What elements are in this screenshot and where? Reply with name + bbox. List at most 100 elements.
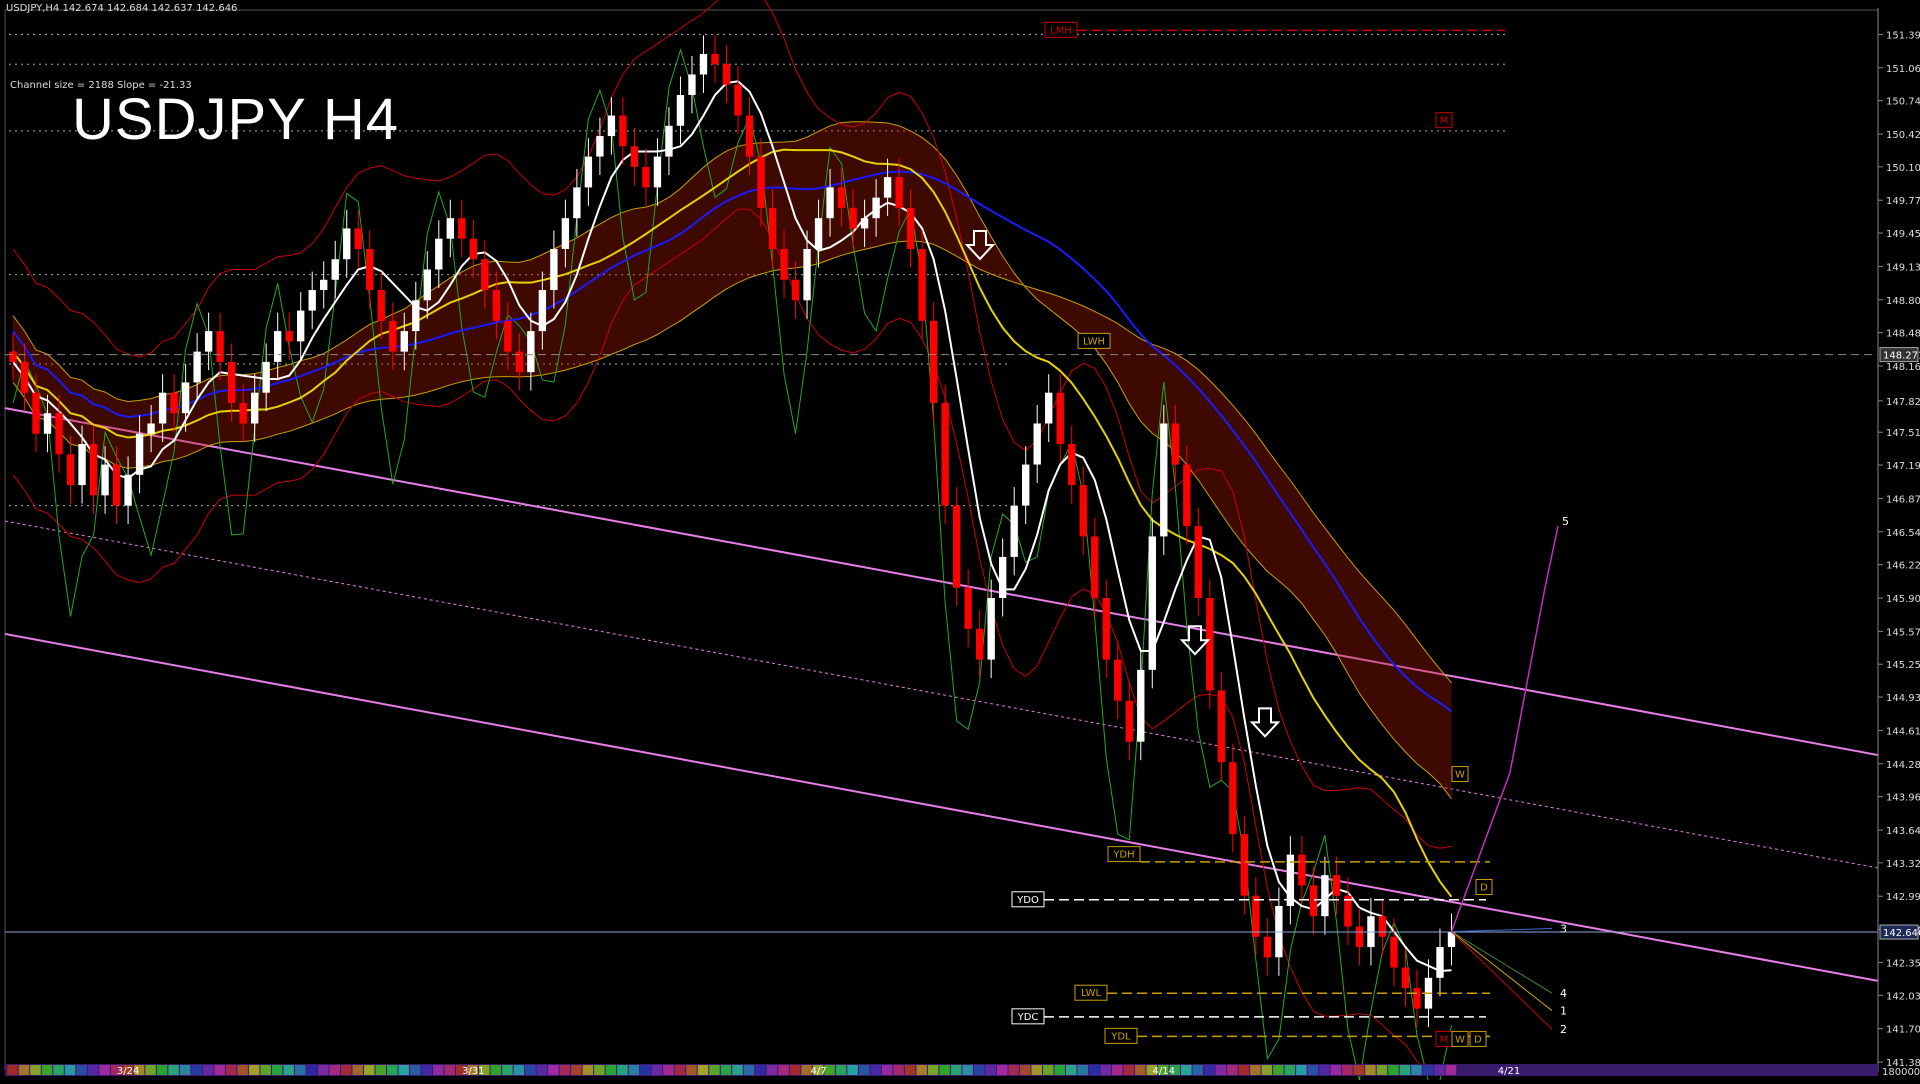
label-projection_5: 5 [1562, 515, 1569, 528]
time-strip-cell [789, 1065, 801, 1075]
y-tick-label: 144.610 [1886, 726, 1920, 737]
candle-body [481, 259, 489, 291]
candle-body [1252, 895, 1260, 937]
y-tick-label: 147.515 [1886, 428, 1920, 439]
time-strip-cell [1330, 1065, 1342, 1075]
time-strip-cell [755, 1065, 766, 1075]
candle-body [1263, 936, 1272, 958]
time-strip-cell [352, 1065, 363, 1075]
candle-body [745, 115, 754, 157]
time-strip-cell [1238, 1065, 1250, 1075]
candle-body [1355, 926, 1364, 948]
candle-body [1033, 423, 1041, 465]
y-tick-label: 145.575 [1886, 627, 1920, 638]
time-strip-cell [904, 1065, 916, 1075]
y-tick-label: 148.805 [1886, 296, 1920, 307]
candle-body [158, 392, 167, 424]
x-tick-label: 4/21 [1498, 1066, 1520, 1077]
candle-body [170, 392, 178, 414]
candle-body [308, 290, 316, 311]
time-strip-cell [168, 1065, 179, 1075]
candle-body [274, 331, 282, 362]
time-strip-cell [617, 1065, 628, 1075]
candle-body [1309, 885, 1318, 917]
candle-body [320, 279, 328, 291]
projection-line [1451, 931, 1553, 1012]
time-strip-cell [1088, 1065, 1100, 1075]
time-strip-cell [1065, 1065, 1077, 1075]
y-tick-label: 149.775 [1886, 196, 1920, 207]
level-ydl-label: YDL [1110, 1031, 1131, 1042]
candle-body [504, 320, 512, 352]
y-tick-label: 148.485 [1886, 329, 1920, 340]
candle-body [400, 331, 408, 352]
time-strip-cell [1250, 1065, 1261, 1075]
time-strip-cell [294, 1065, 306, 1075]
time-strip-cell [156, 1065, 168, 1075]
candle-body [204, 331, 213, 352]
candle-body [492, 290, 501, 321]
x-tick-label: 4/7 [811, 1066, 827, 1077]
time-strip-cell [87, 1065, 99, 1075]
y-tick-label: 149.455 [1886, 229, 1920, 240]
time-strip-cell [881, 1065, 893, 1075]
candle-body [941, 402, 949, 506]
level-lmh-label: LMH [1050, 25, 1072, 36]
time-strip-cell [1342, 1065, 1353, 1075]
price-chart[interactable]: LMHMLWHWYDHYDODLWLYDCYDLMWD53412151.3901… [0, 0, 1920, 1083]
candle-body [722, 64, 731, 85]
candle-body [1114, 659, 1122, 701]
time-strip-cell [18, 1065, 30, 1075]
candle-body [814, 218, 823, 249]
candle-body [929, 320, 938, 403]
label-projection_4: 4 [1560, 987, 1567, 1000]
y-tick-label: 147.820 [1886, 397, 1920, 408]
candle-body [1378, 916, 1387, 937]
candle-body [1125, 700, 1133, 742]
candle-body [1321, 875, 1329, 917]
candle-body [768, 207, 777, 249]
candle-body [550, 248, 558, 291]
level-lwl-label: LWL [1081, 988, 1102, 999]
candle-body [757, 156, 765, 208]
candle-body [1079, 485, 1087, 537]
candle-body [101, 464, 109, 496]
candle-body [791, 279, 800, 301]
time-strip-cell [1100, 1065, 1112, 1075]
candle-body [711, 53, 719, 65]
time-strip-cell [743, 1065, 755, 1075]
time-strip-cell [927, 1065, 939, 1075]
time-strip-cell [191, 1065, 202, 1075]
time-strip-cell [1192, 1065, 1204, 1075]
candle-body [354, 228, 362, 249]
candle-body [262, 361, 270, 393]
time-strip-cell [582, 1065, 594, 1075]
channel-line [4, 520, 1879, 869]
time-strip-cell [1135, 1065, 1146, 1075]
candle-body [1091, 536, 1099, 598]
time-strip-cell [525, 1065, 536, 1075]
time-strip-cell [490, 1065, 502, 1075]
candle-body [1240, 834, 1249, 896]
projection-line [1451, 931, 1553, 994]
time-strip-cell [306, 1065, 317, 1075]
y-tick-label: 144.935 [1886, 693, 1920, 704]
candle-body [1148, 536, 1156, 670]
candle-body [803, 248, 811, 301]
candle-body [181, 382, 190, 414]
candle-body [1206, 598, 1214, 691]
time-strip-cell [398, 1065, 410, 1075]
candle-body [147, 423, 155, 434]
candle-body [573, 187, 581, 219]
time-strip-cell [709, 1065, 720, 1075]
time-strip-cell [1434, 1065, 1445, 1075]
time-strip-cell [973, 1065, 985, 1075]
candle-body [1401, 967, 1410, 989]
bottom-right-label: 180000 [1882, 1067, 1920, 1078]
time-strip-cell [1365, 1065, 1376, 1075]
candle-body [688, 74, 696, 95]
time-strip-cell [870, 1065, 881, 1075]
level-ydo-label: YDO [1016, 895, 1039, 906]
candle-body [124, 474, 132, 506]
level-lwh-label: LWH [1083, 336, 1105, 347]
